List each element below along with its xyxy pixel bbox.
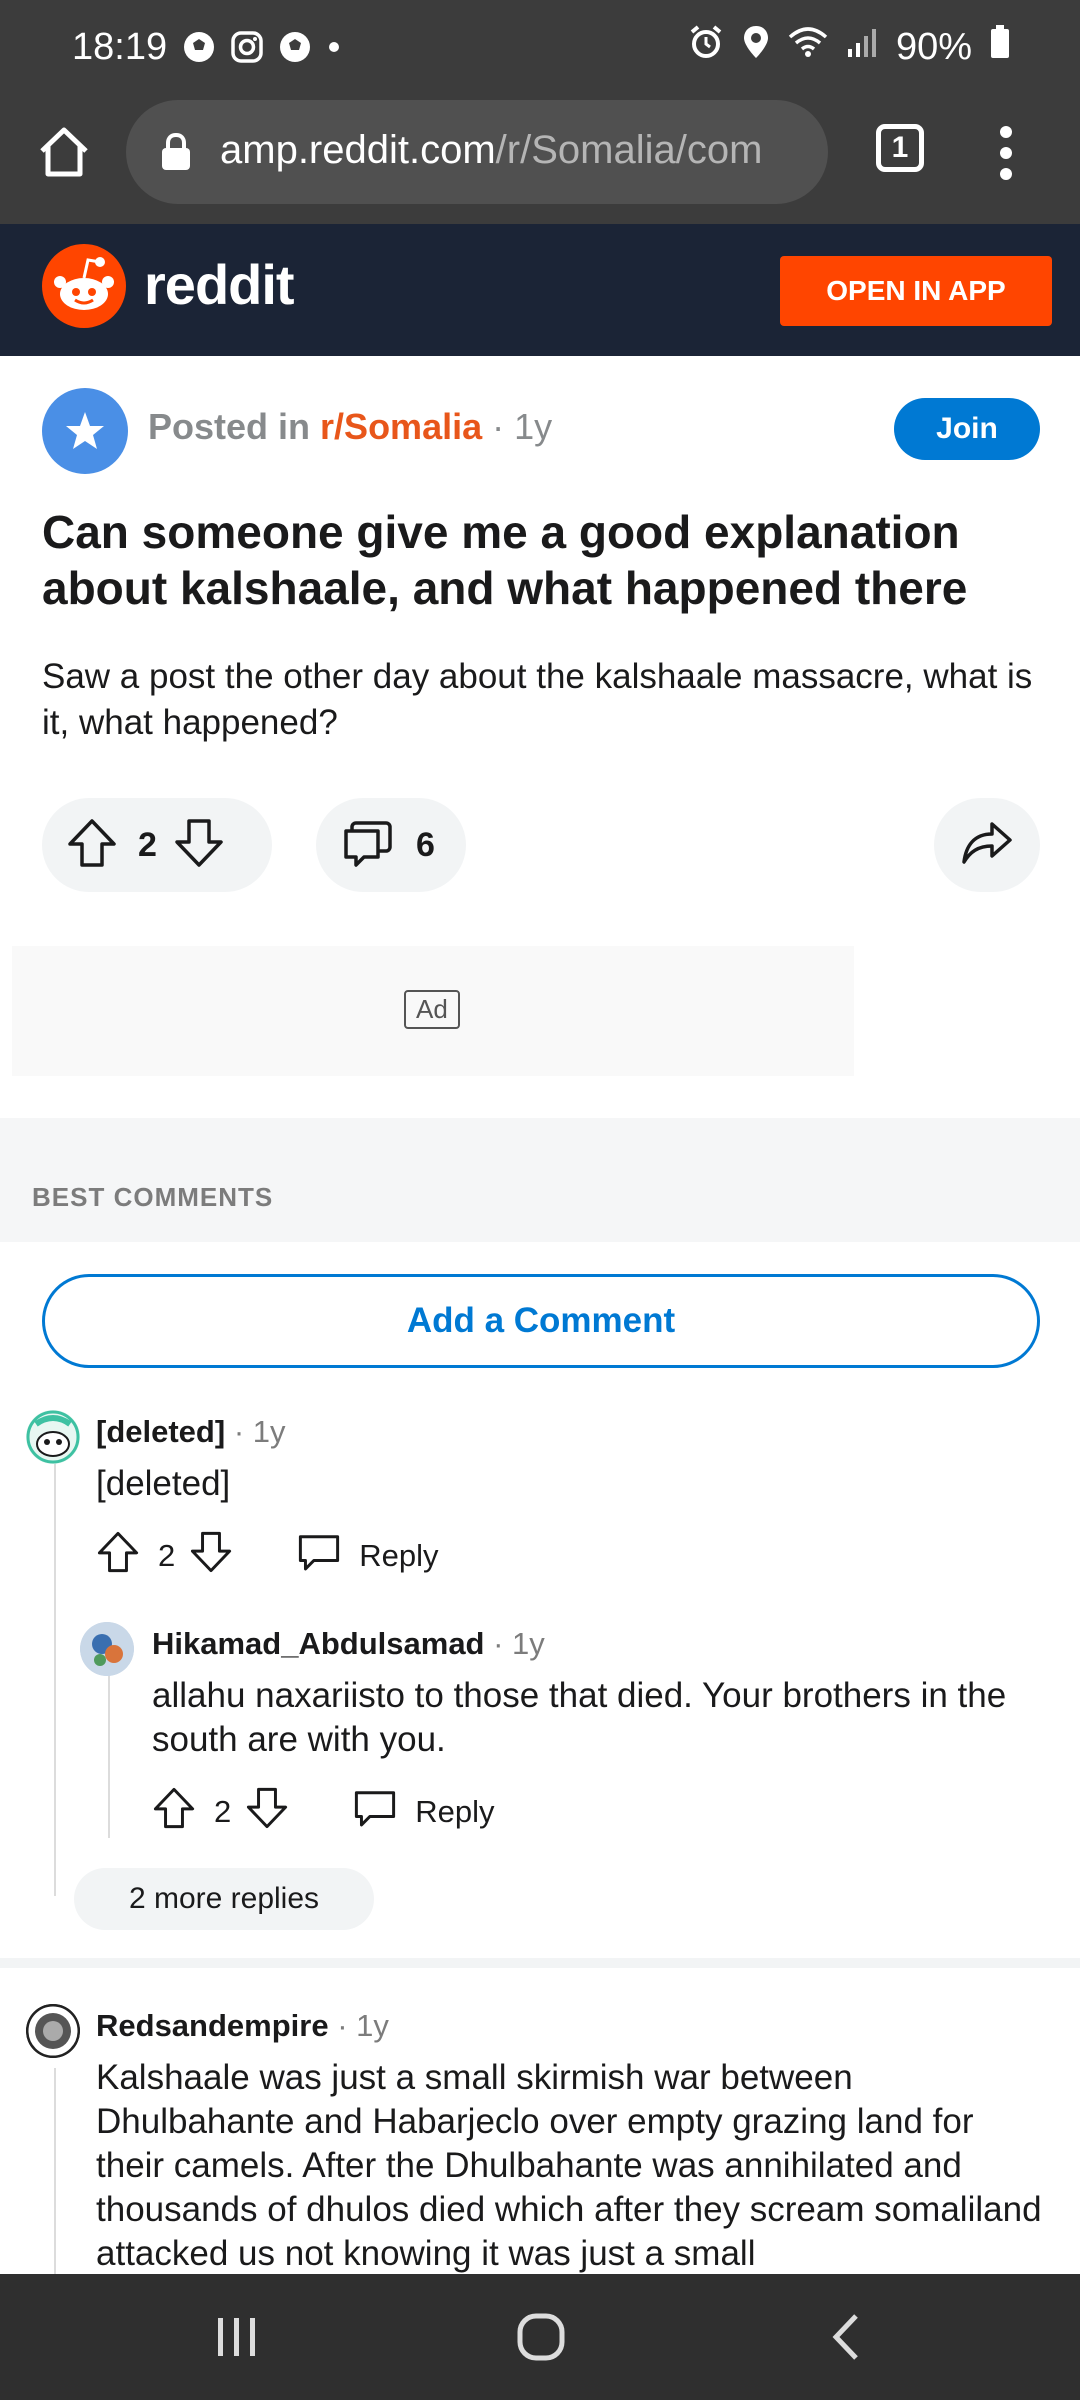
avatar[interactable] [26,2004,80,2058]
reply-icon[interactable] [297,1530,341,1582]
add-comment-button[interactable]: Add a Comment [42,1274,1040,1368]
share-icon [960,818,1014,873]
notification-icons [182,30,342,69]
thread-line[interactable] [54,2068,56,2278]
reddit-header: reddit OPEN IN APP [0,224,1080,356]
url-bar[interactable]: amp.reddit.com/r/Somalia/com [126,100,828,204]
comment-text: Kalshaale was just a small skirmish war … [96,2058,1042,2273]
comment-icon [342,817,394,874]
overflow-menu-icon[interactable] [994,126,1018,180]
post-body: Saw a post the other day about the kalsh… [42,657,1033,742]
upvote-icon[interactable] [152,1786,196,1838]
comment-vote-count: 2 [158,1538,176,1573]
post-comment-count: 6 [416,825,435,864]
post-vote-bar: 2 [42,798,272,892]
home-button[interactable] [36,124,92,180]
status-time: 18:19 [72,26,168,68]
reply-button[interactable]: Reply [415,1794,494,1830]
upvote-icon[interactable] [96,1530,140,1582]
best-comments-label: BEST COMMENTS [32,1182,274,1212]
system-nav-bar [0,2274,1080,2400]
avatar[interactable] [80,1622,134,1676]
user-avatar-icon [80,1622,134,1676]
comment-age: · 1y [233,1414,286,1449]
posted-in-label: Posted in [148,406,311,447]
reply-button[interactable]: Reply [359,1538,438,1574]
downvote-icon[interactable] [245,1786,289,1838]
subreddit-icon[interactable] [42,388,128,474]
soccer-ball-icon [182,30,216,69]
subreddit-link[interactable]: r/Somalia [320,406,482,447]
soccer-ball-icon [278,30,312,69]
upvote-icon[interactable] [66,817,118,874]
location-icon [742,24,770,70]
join-button[interactable]: Join [894,398,1040,460]
post-comments-button[interactable]: 6 [316,798,466,892]
signal-icon [846,26,878,69]
comment-text: [deleted] [96,1464,231,1503]
comment-age: · 1y [337,2008,389,2043]
more-replies-button[interactable]: 2 more replies [74,1868,374,1930]
reddit-wordmark[interactable]: reddit [144,252,295,317]
downvote-icon[interactable] [173,817,225,874]
browser-toolbar: amp.reddit.com/r/Somalia/com 1 [0,96,1080,224]
username[interactable]: Redsandempire [96,2008,329,2043]
ad-label: Ad [404,990,460,1029]
ad-slot[interactable]: Ad [12,946,854,1076]
comment-vote-count: 2 [214,1794,232,1829]
comment-author: [deleted] · 1y [96,1414,286,1450]
url-text: amp.reddit.com/r/Somalia/com [220,128,762,173]
comment-author: Redsandempire · 1y [96,2008,389,2044]
post-meta: Posted in r/Somalia · 1y [148,406,552,448]
battery-percent: 90% [895,25,972,68]
comment-text: allahu naxariisto to those that died. Yo… [152,1676,1007,1759]
home-icon [40,127,88,177]
alarm-icon [688,24,724,70]
post-title: Can someone give me a good explanation a… [42,506,968,614]
open-in-app-button[interactable]: OPEN IN APP [780,256,1052,326]
battery-icon [990,25,1010,69]
dot-icon [326,39,342,60]
lock-icon [160,132,192,177]
wifi-icon [788,25,828,69]
status-bar: 18:19 90% [0,0,1080,96]
snoo-avatar-icon [26,1410,80,1464]
reddit-logo-icon[interactable] [42,244,126,328]
url-path: /r/Somalia/com [495,128,763,172]
username[interactable]: [deleted] [96,1414,225,1449]
user-avatar-icon [26,2004,80,2058]
post-age: · 1y [492,406,553,447]
home-nav-icon[interactable] [516,2312,566,2367]
comment-actions: 2 Reply [152,1786,495,1838]
instagram-icon [230,30,264,69]
reply-icon[interactable] [353,1786,397,1838]
post-vote-count: 2 [138,825,157,864]
recent-apps-icon[interactable] [214,2314,260,2365]
comment-separator [0,1958,1080,1968]
comment-age: · 1y [493,1626,545,1661]
thread-line[interactable] [54,1440,56,1896]
username[interactable]: Hikamad_Abdulsamad [152,1626,485,1661]
back-icon[interactable] [826,2312,866,2367]
comment-actions: 2 Reply [96,1530,439,1582]
url-host: amp.reddit.com [220,128,496,172]
avatar[interactable] [26,1410,80,1464]
thread-line[interactable] [108,1670,110,1838]
tab-switcher-button[interactable]: 1 [876,124,924,172]
share-button[interactable] [934,798,1040,892]
downvote-icon[interactable] [189,1530,233,1582]
comment-author: Hikamad_Abdulsamad · 1y [152,1626,545,1662]
comments-section-header: BEST COMMENTS [0,1118,1080,1242]
status-right: 90% [688,24,1010,70]
